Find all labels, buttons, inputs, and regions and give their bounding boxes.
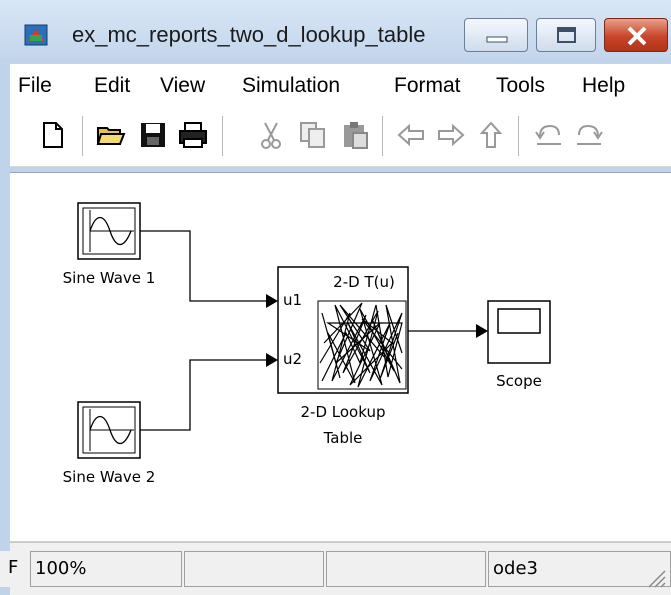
resize-grip-icon[interactable] [645,567,667,589]
save-icon[interactable] [138,120,168,150]
status-solver: ode3 [488,551,671,587]
sine-wave-1-label: Sine Wave 1 [62,269,156,287]
lookup-table-label-line1: 2-D Lookup [300,403,386,421]
back-arrow-icon[interactable] [396,120,426,150]
redo-icon[interactable] [574,120,604,150]
menu-format[interactable]: Format [394,74,461,98]
up-arrow-icon[interactable] [476,120,506,150]
undo-icon[interactable] [534,120,564,150]
menu-simulation[interactable]: Simulation [242,74,340,98]
lookup-table-title: 2-D T(u) [333,273,395,291]
menu-view[interactable]: View [160,74,205,98]
lookup-table-label-line2: Table [323,429,363,447]
close-icon [627,26,647,46]
status-zoom: 100% [30,551,182,587]
sine-wave-2-block[interactable] [77,401,141,459]
status-bar: F 100% ode3 [0,542,671,595]
lookup-port-u2: u2 [283,350,303,368]
title-bar[interactable]: ex_mc_reports_two_d_lookup_table [0,0,671,58]
maximize-button[interactable] [536,18,596,52]
menu-tools[interactable]: Tools [496,74,545,98]
cut-icon[interactable] [256,120,286,150]
toolbar-separator [82,116,83,156]
menu-file[interactable]: File [18,74,52,98]
sine-wave-1-block[interactable] [77,202,141,260]
new-file-icon[interactable] [38,120,68,150]
minimize-icon [486,36,508,43]
paste-icon[interactable] [340,120,370,150]
status-cell-2 [184,551,324,587]
toolbar-separator [518,116,519,156]
window-title: ex_mc_reports_two_d_lookup_table [72,22,426,47]
maximize-icon [557,27,576,43]
menu-edit[interactable]: Edit [94,74,130,98]
model-canvas[interactable]: Sine Wave 1 Sine Wave 2 2-D T(u) u1 u2 2… [10,172,671,541]
scope-label: Scope [496,372,542,390]
simulink-app-icon [24,24,48,46]
print-icon[interactable] [178,120,208,150]
copy-icon[interactable] [298,120,328,150]
forward-arrow-icon[interactable] [436,120,466,150]
toolbar [10,106,671,167]
toolbar-separator [222,116,223,156]
lookup-port-u1: u1 [283,291,303,309]
open-folder-icon[interactable] [96,120,126,150]
sine-wave-2-label: Sine Wave 2 [62,468,156,486]
status-left-fragment: F [0,551,34,587]
close-button[interactable] [604,18,668,52]
menu-help[interactable]: Help [582,74,625,98]
status-cell-3 [326,551,486,587]
simulink-window: ex_mc_reports_two_d_lookup_table File Ed… [0,0,671,595]
minimize-button[interactable] [464,18,528,52]
scope-block[interactable] [487,300,551,364]
menu-bar: File Edit View Simulation Format Tools H… [10,64,671,106]
toolbar-separator [382,116,383,156]
